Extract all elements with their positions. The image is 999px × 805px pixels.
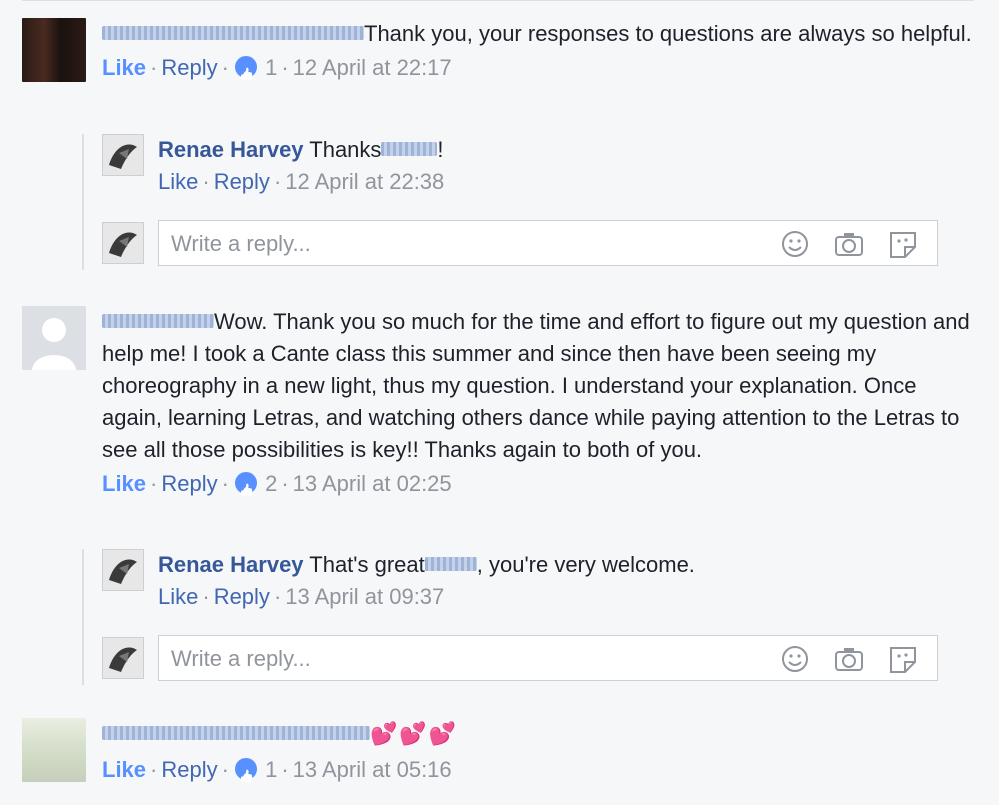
camera-icon[interactable]	[833, 229, 865, 259]
like-link[interactable]: Like	[158, 584, 198, 609]
camera-icon[interactable]	[833, 644, 865, 674]
thread-line	[82, 134, 84, 270]
reply-input[interactable]	[169, 645, 753, 673]
reply-link[interactable]: Reply	[161, 757, 217, 782]
like-link[interactable]: Like	[158, 169, 198, 194]
avatar[interactable]	[22, 18, 86, 82]
avatar	[102, 637, 144, 679]
author-name[interactable]: Renae Harvey	[158, 552, 304, 577]
reply-actions: Like · Reply · 13 April at 09:37	[158, 584, 445, 609]
reply-input[interactable]	[169, 230, 753, 258]
comment-actions: Like·Reply· 2·13 April at 02:25	[102, 468, 982, 500]
redacted-name[interactable]	[102, 314, 214, 329]
avatar[interactable]	[102, 134, 144, 176]
thumbs-up-icon[interactable]	[232, 470, 259, 497]
comment-text: Thank you, your responses to questions a…	[102, 18, 982, 50]
smiley-icon[interactable]	[779, 644, 811, 674]
redacted-name[interactable]	[102, 26, 364, 41]
write-reply-box[interactable]	[158, 220, 938, 266]
top-divider	[22, 0, 974, 1]
like-count[interactable]: 2	[265, 471, 277, 496]
thumbs-up-icon[interactable]	[232, 54, 259, 81]
reply-link[interactable]: Reply	[214, 169, 270, 194]
author-name[interactable]: Renae Harvey	[158, 137, 304, 162]
redacted-name	[381, 142, 438, 157]
reply-text: Renae Harvey That's great, you're very w…	[158, 552, 695, 577]
reply-link[interactable]: Reply	[161, 55, 217, 80]
reply-text: Renae Harvey Thanks!	[158, 137, 444, 162]
like-count[interactable]: 1	[265, 757, 277, 782]
comment-text: Wow. Thank you so much for the time and …	[102, 309, 970, 462]
timestamp[interactable]: 12 April at 22:38	[285, 169, 444, 194]
like-link[interactable]: Like	[102, 757, 146, 782]
sticker-icon[interactable]	[887, 644, 919, 674]
write-reply-box[interactable]	[158, 635, 938, 681]
reply-link[interactable]: Reply	[214, 584, 270, 609]
avatar[interactable]	[22, 306, 86, 370]
avatar	[102, 222, 144, 264]
timestamp[interactable]: 13 April at 09:37	[285, 584, 444, 609]
like-count[interactable]: 1	[265, 55, 277, 80]
redacted-name	[424, 557, 477, 572]
reply-link[interactable]: Reply	[161, 471, 217, 496]
timestamp[interactable]: 12 April at 22:17	[293, 55, 452, 80]
hearts-emoji: 💕💕💕	[370, 721, 459, 746]
sticker-icon[interactable]	[887, 229, 919, 259]
reply-actions: Like · Reply · 12 April at 22:38	[158, 169, 445, 194]
redacted-name[interactable]	[102, 726, 370, 741]
thread-line	[82, 549, 84, 685]
like-link[interactable]: Like	[102, 55, 146, 80]
like-link[interactable]: Like	[102, 471, 146, 496]
comment-text: 💕💕💕	[102, 718, 982, 750]
avatar[interactable]	[102, 549, 144, 591]
avatar[interactable]	[22, 718, 86, 782]
comment-actions: Like·Reply· 1·13 April at 05:16	[102, 754, 982, 786]
timestamp[interactable]: 13 April at 02:25	[293, 471, 452, 496]
timestamp[interactable]: 13 April at 05:16	[293, 757, 452, 782]
smiley-icon[interactable]	[779, 229, 811, 259]
thumbs-up-icon[interactable]	[232, 756, 259, 783]
comment-actions: Like·Reply· 1·12 April at 22:17	[102, 52, 982, 84]
